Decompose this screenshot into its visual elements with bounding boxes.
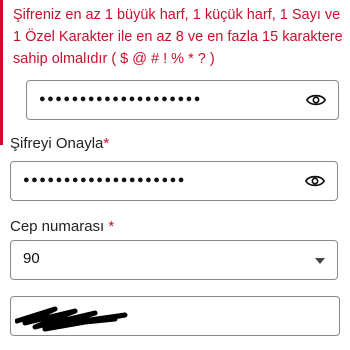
chevron-down-icon bbox=[315, 258, 325, 264]
confirm-password-value: ●●●●●●●●●●●●●●●●●●●● bbox=[23, 174, 186, 186]
phone-label-text: Cep numarası bbox=[10, 218, 105, 235]
password-input[interactable]: ●●●●●●●●●●●●●●●●●●●● bbox=[26, 80, 339, 120]
password-value: ●●●●●●●●●●●●●●●●●●●● bbox=[39, 93, 202, 105]
phone-label: Cep numarası * bbox=[10, 218, 114, 235]
confirm-password-label: Şifreyi Onayla* bbox=[10, 135, 109, 152]
confirm-password-label-text: Şifreyi Onayla bbox=[10, 135, 104, 152]
country-code-select[interactable]: 90 bbox=[10, 240, 338, 280]
confirm-password-input[interactable]: ●●●●●●●●●●●●●●●●●●●● bbox=[10, 161, 338, 201]
country-code-value: 90 bbox=[23, 250, 40, 267]
password-error-message: Şifreniz en az 1 büyük harf, 1 küçük har… bbox=[13, 7, 343, 67]
eye-icon[interactable] bbox=[305, 173, 325, 189]
redacted-phone-input[interactable] bbox=[10, 296, 340, 336]
eye-icon[interactable] bbox=[306, 92, 326, 108]
error-indicator-bar bbox=[0, 0, 3, 145]
required-marker: * bbox=[103, 135, 110, 152]
required-marker: * bbox=[108, 218, 115, 235]
redaction-scribble bbox=[15, 306, 128, 332]
